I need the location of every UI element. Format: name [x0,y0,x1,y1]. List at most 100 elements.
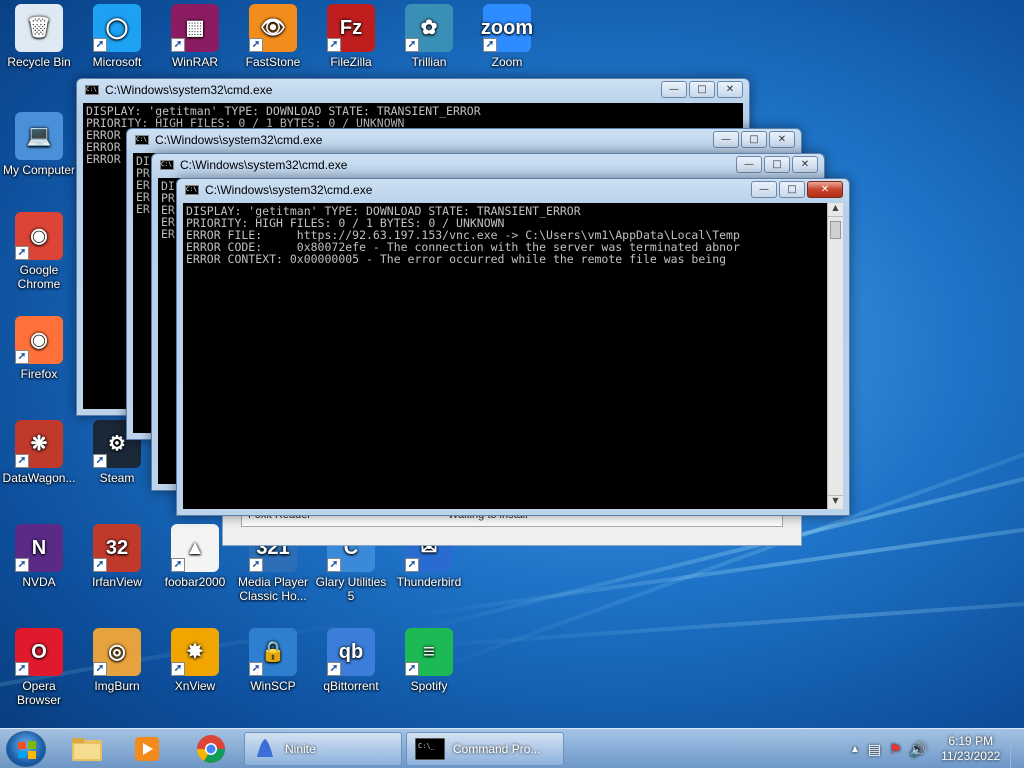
desktop-icon-label: DataWagon... [2,471,76,485]
media-player-icon [135,737,159,761]
close-button[interactable]: ✕ [807,181,843,198]
taskbar: Ninite C:\_ Command Pro... ▲ ▤ ⚑ 🔊 6:19 … [0,728,1024,768]
chrome-pin[interactable] [184,732,238,766]
chrome-icon [197,735,225,763]
ninite-icon [257,739,273,757]
volume-icon[interactable]: 🔊 [910,741,927,758]
desktop-icon-label: WinSCP [250,679,296,693]
desktop-icon-label: Microsoft [92,55,142,69]
show-hidden-icons-icon[interactable]: ▲ [850,744,860,755]
desktop-icon-filezilla[interactable]: Fz ➚ FileZilla [312,4,390,69]
desktop-icon-label: Spotify [410,679,448,693]
shortcut-arrow-icon: ➚ [171,38,185,52]
close-button[interactable]: ✕ [717,81,743,98]
desktop-icon-imgburn[interactable]: ◎ ➚ ImgBurn [78,628,156,693]
taskbar-task-command-prompt[interactable]: C:\_ Command Pro... [406,732,564,766]
shortcut-arrow-icon: ➚ [405,662,419,676]
shortcut-arrow-icon: ➚ [405,558,419,572]
maximize-button[interactable]: □ [689,81,715,98]
title-bar[interactable]: C:\ C:\Windows\system32\cmd.exe [127,129,801,151]
window-title: C:\Windows\system32\cmd.exe [180,158,348,172]
desktop-icon-label: Google Chrome [17,263,61,291]
scroll-down-icon[interactable]: ▼ [828,495,843,509]
desktop-icon-firefox[interactable]: ◉ ➚ Firefox [0,316,78,381]
title-bar[interactable]: C:\ C:\Windows\system32\cmd.exe [77,79,749,101]
desktop-icon-label: Zoom [491,55,523,69]
shortcut-arrow-icon: ➚ [327,38,341,52]
xnview-icon: ✸ ➚ [171,628,219,676]
minimize-button[interactable]: — [736,156,762,173]
zoom-icon: zoom ➚ [481,4,533,52]
shortcut-arrow-icon: ➚ [15,246,29,260]
desktop-icon-chrome[interactable]: ◉ ➚ Google Chrome [0,212,78,291]
desktop-icon-nvda[interactable]: N ➚ NVDA [0,524,78,589]
shortcut-arrow-icon: ➚ [171,558,185,572]
network-icon[interactable]: ▤ [868,741,881,758]
taskbar-task-ninite[interactable]: Ninite [244,732,402,766]
scroll-up-icon[interactable]: ▲ [828,203,843,217]
folder-icon [72,738,102,761]
shortcut-arrow-icon: ➚ [15,558,29,572]
shortcut-arrow-icon: ➚ [93,454,107,468]
desktop-icon-qbittorrent[interactable]: qb ➚ qBittorrent [312,628,390,693]
desktop-icon-label: Steam [99,471,135,485]
desktop-icon-computer[interactable]: 💻 My Computer [0,112,78,177]
shortcut-arrow-icon: ➚ [15,454,29,468]
nvda-icon: N ➚ [15,524,63,572]
desktop-icon-faststone[interactable]: 👁 ➚ FastStone [234,4,312,69]
explorer-pin[interactable] [60,732,114,766]
irfanview-icon: 32 ➚ [93,524,141,572]
maximize-button[interactable]: □ [764,156,790,173]
vertical-scrollbar[interactable]: ▲ ▼ [827,203,843,509]
desktop-icon-spotify[interactable]: ≡ ➚ Spotify [390,628,468,693]
task-label: Command Pro... [453,742,541,756]
task-label: Ninite [285,742,316,756]
desktop-icon-winrar[interactable]: ▦ ➚ WinRAR [156,4,234,69]
shortcut-arrow-icon: ➚ [249,662,263,676]
clock[interactable]: 6:19 PM 11/23/2022 [941,734,1000,764]
desktop-icon-label: NVDA [22,575,56,589]
desktop-icon-edge[interactable]: ◯ ➚ Microsoft [78,4,156,69]
cmd-window-active[interactable]: C:\ C:\Windows\system32\cmd.exe — □ ✕ DI… [176,178,850,516]
window-title: C:\Windows\system32\cmd.exe [105,83,273,97]
qbittorrent-icon: qb ➚ [327,628,375,676]
console-output[interactable]: DISPLAY: 'getitman' TYPE: DOWNLOAD STATE… [183,203,827,509]
desktop-icon-xnview[interactable]: ✸ ➚ XnView [156,628,234,693]
window-title: C:\Windows\system32\cmd.exe [205,183,373,197]
cmd-icon: C:\_ [415,738,445,760]
desktop-icon-irfanview[interactable]: 32 ➚ IrfanView [78,524,156,589]
shortcut-arrow-icon: ➚ [15,350,29,364]
scroll-thumb[interactable] [830,221,841,239]
desktop-icon-winscp[interactable]: 🔒 ➚ WinSCP [234,628,312,693]
minimize-button[interactable]: — [713,131,739,148]
shortcut-arrow-icon: ➚ [327,558,341,572]
maximize-button[interactable]: □ [779,181,805,198]
system-tray: ▲ ▤ ⚑ 🔊 6:19 PM 11/23/2022 [844,729,1024,768]
desktop-icon-opera[interactable]: O ➚ Opera Browser [0,628,78,707]
cmd-icon: C:\ [85,85,99,95]
title-bar[interactable]: C:\ C:\Windows\system32\cmd.exe [152,154,824,176]
desktop-icon-zoom[interactable]: zoom ➚ Zoom [468,4,546,69]
start-button[interactable] [6,731,46,767]
media-player-pin[interactable] [120,732,174,766]
trillian-icon: ✿ ➚ [405,4,453,52]
minimize-button[interactable]: — [751,181,777,198]
opera-icon: O ➚ [15,628,63,676]
close-button[interactable]: ✕ [792,156,818,173]
close-button[interactable]: ✕ [769,131,795,148]
desktop-icon-trillian[interactable]: ✿ ➚ Trillian [390,4,468,69]
show-desktop-button[interactable] [1010,729,1024,768]
console-line: ERROR CONTEXT: 0x00000005 - The error oc… [186,252,727,266]
clock-time: 6:19 PM [948,734,994,748]
desktop-icon-label: Media Player Classic Ho... [237,575,309,603]
desktop-icon-datawagon[interactable]: ❋ ➚ DataWagon... [0,420,78,485]
winrar-icon: ▦ ➚ [171,4,219,52]
desktop-icon-recycle-bin[interactable]: 🗑 Recycle Bin [0,4,78,69]
cmd-icon: C:\ [160,160,174,170]
shortcut-arrow-icon: ➚ [327,662,341,676]
title-bar[interactable]: C:\ C:\Windows\system32\cmd.exe [177,179,849,201]
maximize-button[interactable]: □ [741,131,767,148]
action-center-flag-icon[interactable]: ⚑ [889,741,902,758]
desktop-icon-label: FastStone [245,55,301,69]
minimize-button[interactable]: — [661,81,687,98]
